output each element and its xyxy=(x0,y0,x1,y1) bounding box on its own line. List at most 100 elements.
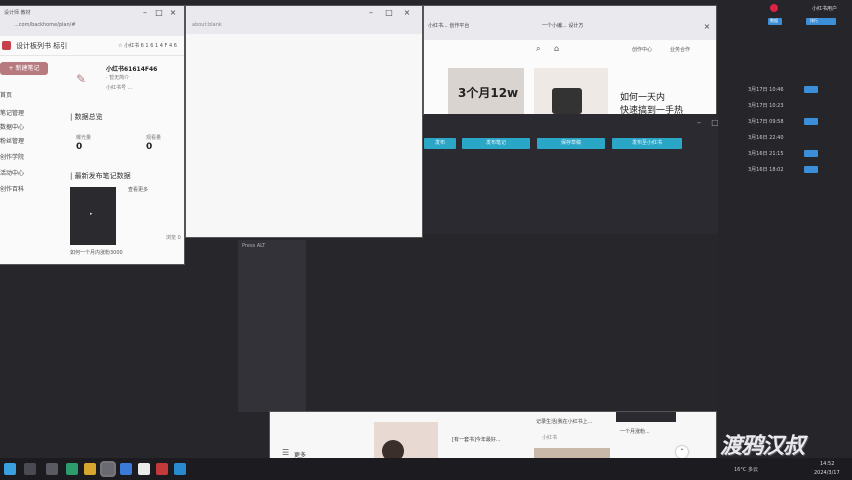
status-badge-1 xyxy=(804,118,818,125)
clock-time[interactable]: 14:52 xyxy=(820,461,834,467)
middle-tabbar: – □ × about:blank xyxy=(186,6,422,34)
logo-badge xyxy=(2,41,11,50)
app-icon-4[interactable] xyxy=(156,463,168,475)
app-header: 设计板列书 标引 ☆ 小红书 6 1 6 1 4 F 4 6 xyxy=(0,37,184,56)
app-icon-2[interactable] xyxy=(120,463,132,475)
phone-graphic xyxy=(552,88,582,114)
close-icon[interactable]: × xyxy=(702,22,712,32)
card-meta: 小红书 xyxy=(542,435,558,441)
sidebar-item-5[interactable]: 活动中心 xyxy=(0,168,24,177)
search-icon[interactable] xyxy=(24,463,36,475)
sidebar-item-0[interactable]: 首页 xyxy=(0,90,12,99)
scroll-panel-label: Press ALT xyxy=(242,243,266,249)
list-row-1[interactable]: 3月17日 10:23 xyxy=(748,102,848,112)
close-icon[interactable]: × xyxy=(402,8,412,18)
taskbar: 16°C 多云 14:52 2024/3/17 xyxy=(0,458,852,480)
watermark: 渡鸦汉叔 xyxy=(720,434,805,459)
play-icon: ▸ xyxy=(90,211,93,217)
right-panel: 小红书用户 数据 排行 3月17日 10:46 3月17日 10:23 3月17… xyxy=(718,0,852,459)
browser-tab-0[interactable]: 小红书... 创作平台 xyxy=(428,22,469,29)
account-link[interactable]: ☆ 小红书 6 1 6 1 4 F 4 6 xyxy=(118,42,177,49)
latest-more-link[interactable]: 查看更多 xyxy=(128,186,148,193)
card-text-2[interactable]: 记录生活|我在小红书上... xyxy=(536,418,592,425)
weather-text[interactable]: 16°C 多云 xyxy=(734,466,758,473)
address-bar[interactable]: ...com/backhome/plan/# xyxy=(14,22,76,28)
stat1-value: 0 xyxy=(76,142,83,152)
chip-1-label: 排行 xyxy=(810,18,818,23)
search-icon[interactable]: ⌕ xyxy=(536,44,540,54)
status-badge-0 xyxy=(804,86,818,93)
data-overview-title: | 数据总览 xyxy=(70,113,103,121)
browser-nav: ⌕ ⌂ 创作中心 业务合作 xyxy=(424,42,716,62)
nav-left-link[interactable]: 创作中心 xyxy=(632,46,652,53)
stat2-value: 0 xyxy=(146,142,153,152)
row-list: 3月17日 10:46 3月17日 10:23 3月17日 09:58 3月16… xyxy=(748,86,852,186)
list-row-3[interactable]: 3月16日 22:40 xyxy=(748,134,848,144)
feed-thumbnail-2[interactable] xyxy=(534,68,608,114)
maximize-icon[interactable]: □ xyxy=(154,8,164,18)
card-text-1[interactable]: [有一套书]今年最好... xyxy=(452,436,501,443)
sidebar-item-3[interactable]: 粉丝管理 xyxy=(0,136,24,145)
app-icon-3[interactable] xyxy=(138,463,150,475)
scroll-panel[interactable]: Press ALT xyxy=(238,240,306,412)
user-avatar[interactable] xyxy=(770,4,778,12)
explorer-icon[interactable] xyxy=(84,463,96,475)
browser-tabbar: 小红书... 创作平台 一个小编... 设计方 × xyxy=(424,6,716,40)
action-button-2[interactable]: 保存草稿 xyxy=(537,138,605,149)
sidebar-item-1[interactable]: 笔记管理 xyxy=(0,108,24,117)
nav-right-link[interactable]: 业务合作 xyxy=(670,46,690,53)
tab-title[interactable]: 设计师 教材 xyxy=(4,9,31,16)
app-icon-1[interactable] xyxy=(102,463,114,475)
browser-window: 小红书... 创作平台 一个小编... 设计方 × ⌕ ⌂ 创作中心 业务合作 … xyxy=(424,6,716,114)
taskview-icon[interactable] xyxy=(46,463,58,475)
close-icon[interactable]: × xyxy=(168,8,178,18)
home-icon[interactable]: ⌂ xyxy=(554,44,559,53)
action-button-1[interactable]: 发布笔记 xyxy=(462,138,530,149)
action-button-0[interactable]: 发布 xyxy=(424,138,456,149)
left-tabbar: 设计师 教材 ...com/backhome/plan/# – □ × xyxy=(0,6,184,36)
account-sub: · 暂无简介 xyxy=(106,75,130,81)
chip-0-label: 数据 xyxy=(770,18,778,23)
list-row-2[interactable]: 3月17日 09:58 xyxy=(748,118,848,128)
app-logo-text: 设计板列书 标引 xyxy=(16,42,68,50)
edge-icon[interactable] xyxy=(66,463,78,475)
middle-window: – □ × about:blank xyxy=(186,6,422,237)
minimize-icon[interactable]: – xyxy=(140,8,150,18)
user-name[interactable]: 小红书用户 xyxy=(812,5,837,12)
minimize-icon[interactable]: – xyxy=(694,118,704,128)
clock-date[interactable]: 2024/3/17 xyxy=(814,470,840,476)
minimize-icon[interactable]: – xyxy=(366,8,376,18)
browser-tab-1[interactable]: 一个小编... 设计方 xyxy=(542,22,583,29)
sidebar-item-6[interactable]: 创作百科 xyxy=(0,184,24,193)
dark-window: – □ × 发布 发布笔记 保存草稿 发布至小红书 xyxy=(424,114,736,234)
list-row-5[interactable]: 3月16日 18:02 xyxy=(748,166,848,176)
start-icon[interactable] xyxy=(4,463,16,475)
sidebar-item-4[interactable]: 创作学院 xyxy=(0,152,24,161)
left-window: 设计师 教材 ...com/backhome/plan/# – □ × 设计板列… xyxy=(0,6,184,264)
app-icon-5[interactable] xyxy=(174,463,186,475)
note-thumbnail[interactable]: ▸ xyxy=(70,187,116,245)
list-row-4[interactable]: 3月16日 21:15 xyxy=(748,150,848,160)
menu-icon[interactable]: ☰ xyxy=(282,448,289,457)
list-row-0[interactable]: 3月17日 10:46 xyxy=(748,86,848,96)
maximize-icon[interactable]: □ xyxy=(384,8,394,18)
address-bar[interactable]: about:blank xyxy=(192,22,222,28)
stat1-label: 曝光量 xyxy=(76,135,92,141)
scroll-up-button[interactable]: ⌃ xyxy=(676,446,688,458)
avatar: ✎ xyxy=(76,72,87,86)
card-text-3[interactable]: 一个月涨粉... xyxy=(620,428,650,435)
headline-line-1: 如何一天内 xyxy=(620,93,666,103)
latest-notes-title: | 最新发布笔记数据 xyxy=(70,172,131,180)
stat2-label: 观看量 xyxy=(146,135,162,141)
note-meta: 浏览 0 xyxy=(166,235,181,241)
account-name: 小红书61614F46 xyxy=(106,66,158,73)
thumb-text: 3个月12w xyxy=(458,86,519,100)
bottom-window: ☰ 更多 [有一套书]今年最好... 记录生活|我在小红书上... 小红书 一个… xyxy=(270,412,716,462)
new-note-button[interactable]: + 新建笔记 xyxy=(0,62,48,75)
card-image-1[interactable] xyxy=(374,422,438,462)
action-button-3[interactable]: 发布至小红书 xyxy=(612,138,682,149)
sidebar-item-2[interactable]: 数据中心 xyxy=(0,122,24,131)
account-id: 小红书号 ... xyxy=(106,85,133,91)
feed-headline: 如何一天内 快速搞到一手热 xyxy=(620,90,710,114)
feed-thumbnail-1[interactable]: 3个月12w xyxy=(448,68,524,114)
